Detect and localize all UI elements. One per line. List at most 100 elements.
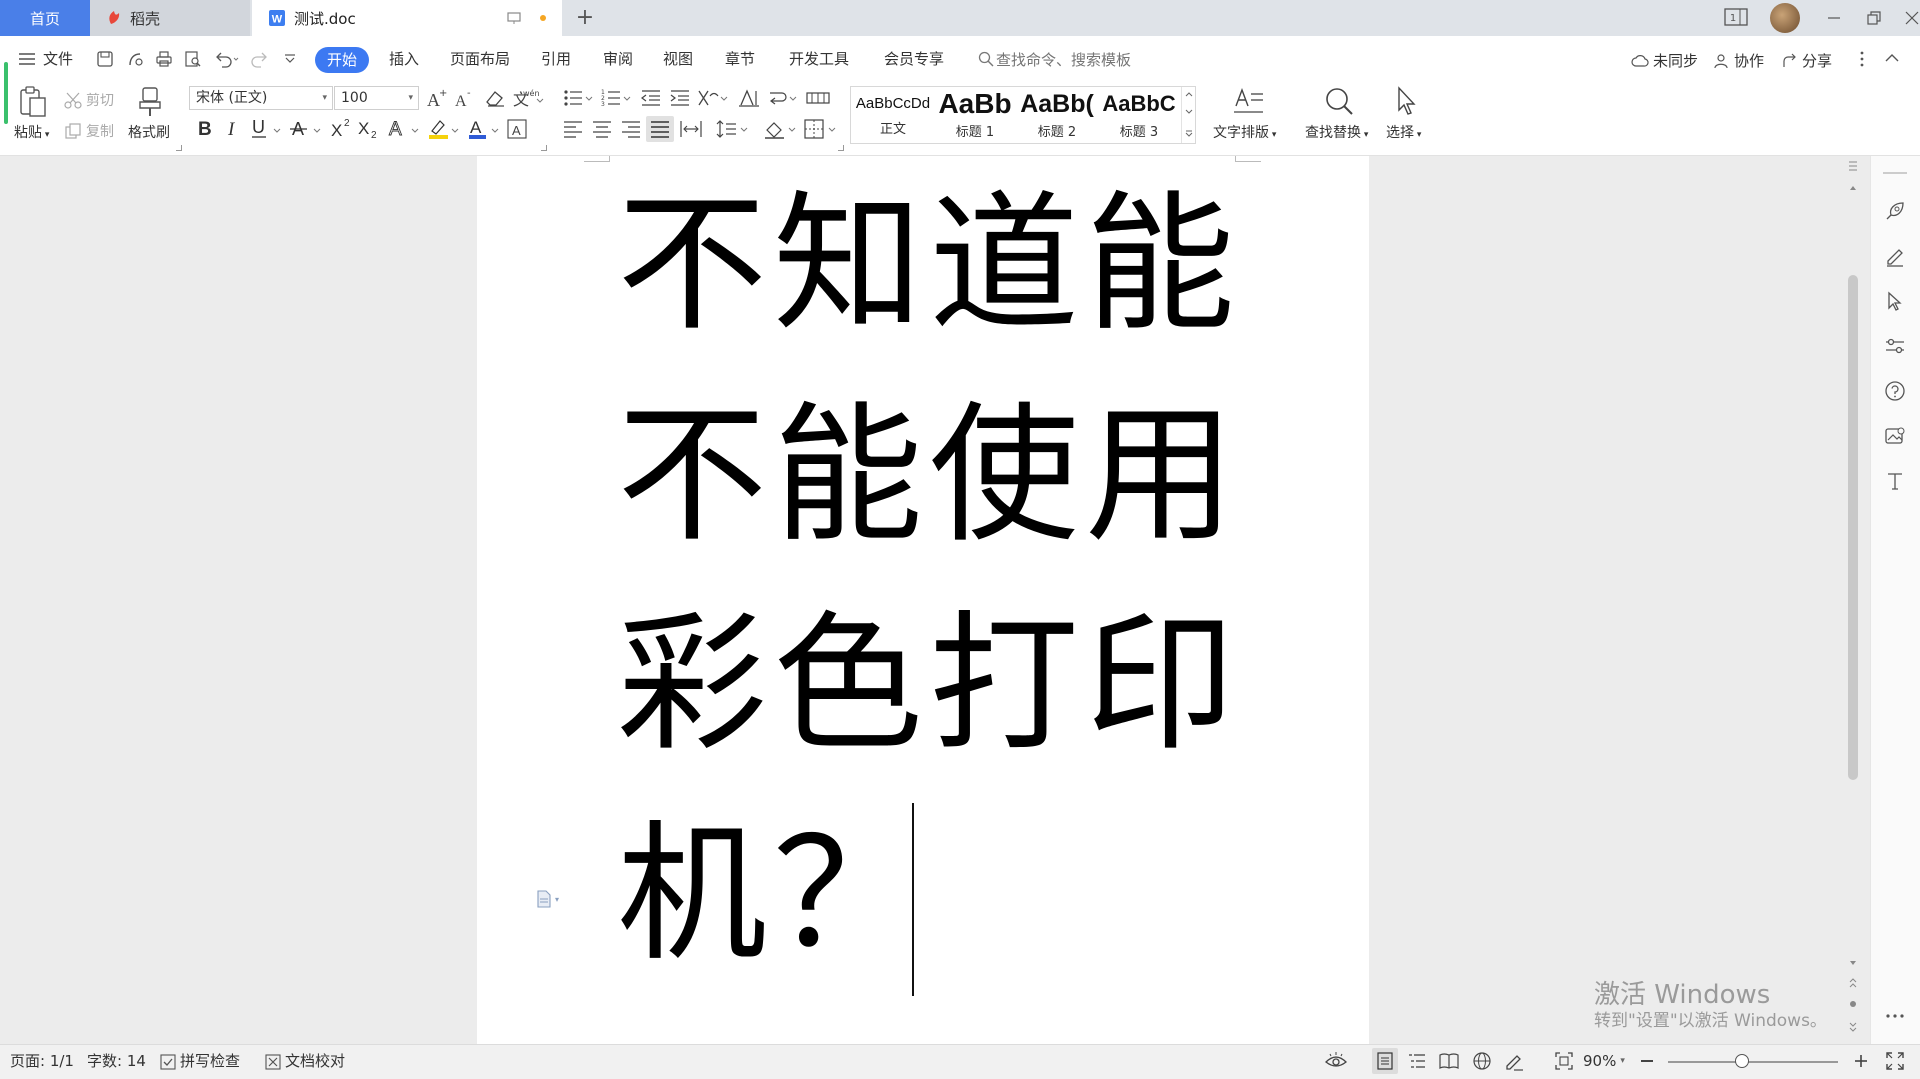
select-button[interactable]: 选择 ▾ [1386, 122, 1421, 142]
paste-icon[interactable] [18, 86, 48, 118]
tab-references[interactable]: 引用 [541, 36, 571, 82]
tab-member[interactable]: 会员专享 [884, 36, 944, 82]
save-icon[interactable] [96, 50, 114, 68]
format-painter-button[interactable]: 格式刷 [128, 122, 170, 142]
tab-insert[interactable]: 插入 [389, 36, 419, 82]
document-text-line-3[interactable]: 彩色打印 [617, 610, 1241, 760]
doc-proof-button[interactable]: 文档校对 [265, 1044, 345, 1079]
table-tools-icon[interactable] [806, 88, 830, 108]
format-painter-icon[interactable] [136, 86, 164, 118]
zoom-slider-handle[interactable] [1735, 1054, 1749, 1068]
outline-view-icon[interactable] [1408, 1052, 1426, 1070]
copy-button[interactable]: 复制 [64, 121, 114, 141]
bold-icon[interactable]: B [196, 117, 214, 139]
paragraph-marker-button[interactable]: ▾ [536, 890, 559, 908]
customize-toolbar-icon[interactable] [283, 52, 297, 66]
highlight-icon[interactable] [428, 117, 462, 139]
decrease-indent-icon[interactable] [640, 88, 662, 108]
document-text-line-2[interactable]: 不能使用 [617, 401, 1241, 551]
find-replace-icon[interactable] [1324, 86, 1354, 116]
shrink-font-icon[interactable]: A- [454, 87, 476, 109]
bullet-list-icon[interactable] [563, 88, 595, 108]
page-view-button[interactable] [1372, 1048, 1398, 1074]
window-layout-icon[interactable]: 1 [1724, 8, 1748, 26]
tab-review[interactable]: 审阅 [603, 36, 633, 82]
font-group-launcher[interactable] [541, 145, 547, 151]
zoom-select[interactable]: 90% ▾ [1583, 1044, 1625, 1079]
image-tool-icon[interactable] [1884, 425, 1906, 447]
paragraph-group-launcher[interactable] [838, 145, 844, 151]
print-icon[interactable] [155, 50, 173, 68]
font-size-select[interactable]: 100 ▾ [334, 86, 419, 110]
grow-font-icon[interactable]: A + [426, 87, 448, 109]
share-button[interactable]: 分享 [1782, 50, 1832, 71]
scroll-up-icon[interactable] [1849, 185, 1857, 191]
clear-format-icon[interactable] [484, 88, 506, 108]
collapse-ribbon-icon[interactable] [1884, 51, 1900, 65]
align-center-icon[interactable] [592, 119, 612, 139]
line-spacing-icon[interactable] [716, 119, 750, 139]
distributed-align-icon[interactable] [680, 119, 702, 139]
style-normal[interactable]: AaBbCcDd 正文 [853, 87, 933, 143]
sliders-icon[interactable] [1884, 335, 1906, 357]
tab-start[interactable]: 开始 [315, 47, 370, 73]
underline-icon[interactable]: U [250, 117, 284, 139]
scroll-down-icon[interactable] [1849, 960, 1857, 966]
font-name-select[interactable]: 宋体 (正文) ▾ [189, 86, 333, 110]
fit-page-icon[interactable] [1555, 1052, 1573, 1070]
tab-home[interactable]: 首页 [0, 0, 90, 36]
close-icon[interactable] [1904, 10, 1920, 26]
print-preview-icon[interactable] [184, 50, 202, 68]
cut-button[interactable]: 剪切 [64, 90, 114, 110]
tab-page-layout[interactable]: 页面布局 [450, 36, 510, 82]
page-indicator[interactable]: 页面: 1/1 [10, 1044, 74, 1079]
clipboard-group-launcher[interactable] [176, 145, 182, 151]
increase-indent-icon[interactable] [669, 88, 691, 108]
shading-icon[interactable] [764, 119, 798, 139]
document-text-line-1[interactable]: 不知道能 [617, 190, 1241, 340]
select-cursor-icon[interactable] [1394, 86, 1420, 116]
menu-file[interactable]: 文件 [43, 36, 73, 82]
numbered-list-icon[interactable]: 123 [601, 88, 633, 108]
zoom-slider[interactable] [1668, 1061, 1838, 1063]
command-search-input[interactable] [996, 49, 1176, 71]
help-icon[interactable] [1884, 380, 1906, 402]
tab-daoke[interactable]: 稻壳 [90, 0, 250, 36]
eye-protection-icon[interactable] [1324, 1052, 1348, 1070]
subscript-icon[interactable]: X2 [357, 117, 381, 139]
next-page-icon[interactable] [1849, 1022, 1857, 1032]
monitor-icon[interactable] [507, 11, 521, 25]
text-layout-icon[interactable] [1232, 86, 1266, 116]
strikethrough-icon[interactable]: A [290, 117, 324, 139]
redo-icon[interactable] [251, 50, 269, 68]
text-layout-button[interactable]: 文字排版 ▾ [1213, 122, 1276, 142]
find-replace-button[interactable]: 查找替换 ▾ [1305, 122, 1368, 142]
hamburger-menu-icon[interactable] [18, 51, 36, 67]
tab-document[interactable]: W 测试.doc [252, 0, 562, 36]
font-color-icon[interactable]: A [468, 117, 502, 139]
style-heading-3[interactable]: AaBbC 标题 3 [1099, 87, 1179, 143]
sync-button[interactable]: 未同步 [1631, 50, 1698, 71]
export-pdf-icon[interactable] [126, 50, 144, 68]
align-right-icon[interactable] [621, 119, 641, 139]
sort-icon[interactable] [767, 88, 799, 108]
pen-icon[interactable] [1884, 245, 1906, 267]
paste-button[interactable]: 粘贴 ▾ [14, 122, 49, 142]
style-heading-1[interactable]: AaBb 标题 1 [935, 87, 1015, 143]
justify-button[interactable] [646, 116, 674, 142]
vertical-scroll-thumb[interactable] [1848, 275, 1858, 780]
word-count[interactable]: 字数: 14 [87, 1044, 146, 1079]
rocket-icon[interactable] [1884, 200, 1906, 222]
character-border-icon[interactable]: A [507, 119, 527, 139]
sidebar-more-icon[interactable] [1884, 1012, 1906, 1020]
scroll-top-icon[interactable] [1848, 160, 1858, 172]
text-effect-icon[interactable]: A [388, 117, 422, 139]
style-heading-2[interactable]: AaBb( 标题 2 [1017, 87, 1097, 143]
restore-icon[interactable] [1866, 10, 1882, 26]
minimize-icon[interactable] [1826, 10, 1842, 26]
superscript-icon[interactable]: X2 [330, 117, 354, 139]
phonetic-guide-icon[interactable]: 文 wén [513, 87, 545, 109]
new-tab-button[interactable]: + [572, 6, 598, 32]
collab-button[interactable]: 协作 [1714, 50, 1764, 71]
zoom-out-icon[interactable] [1641, 1060, 1653, 1062]
